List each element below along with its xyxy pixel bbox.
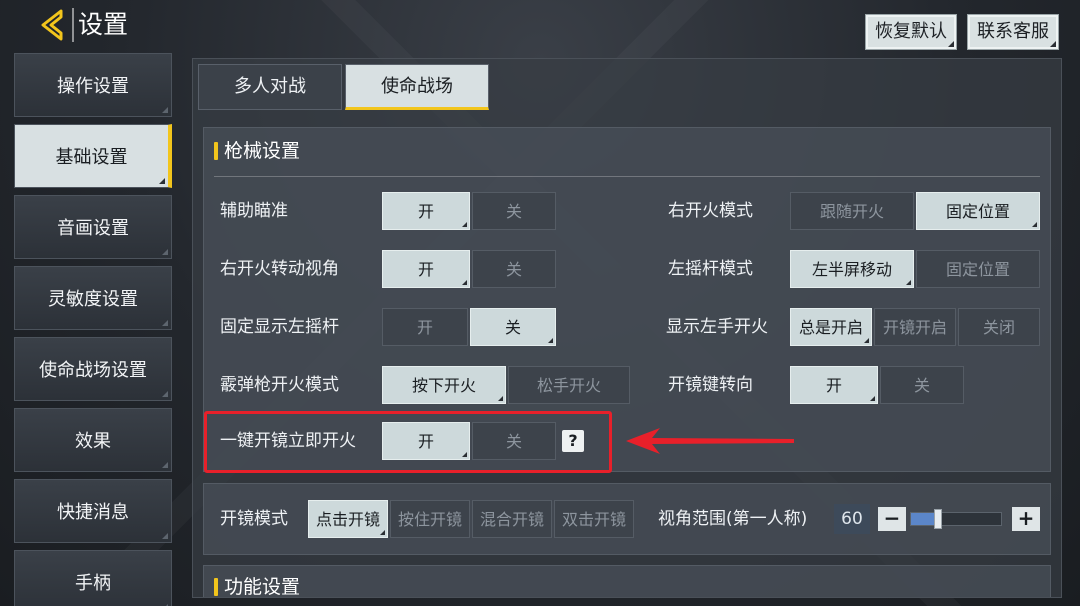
fov-increase-button[interactable]: + bbox=[1012, 507, 1040, 531]
scope-mode-double-tap-option[interactable]: 双击开镜 bbox=[554, 500, 634, 538]
scope-settings-section: 开镜模式 点击开镜 按住开镜 混合开镜 双击开镜 视角范围(第一人称) 60 −… bbox=[203, 483, 1051, 555]
section-divider bbox=[214, 176, 1040, 177]
show-left-fire-off-option[interactable]: 关闭 bbox=[958, 308, 1040, 346]
fixed-left-stick-label: 固定显示左摇杆 bbox=[220, 317, 339, 337]
page-title: 设置 bbox=[72, 8, 128, 42]
fov-value: 60 bbox=[834, 504, 870, 534]
aim-assist-on-option[interactable]: 开 bbox=[382, 192, 470, 230]
scope-turn-off-option[interactable]: 关 bbox=[880, 366, 964, 404]
fov-slider[interactable] bbox=[910, 509, 1002, 529]
shotgun-fire-mode-label: 霰弹枪开火模式 bbox=[220, 375, 339, 395]
sidebar-item-effects[interactable]: 效果 bbox=[14, 408, 172, 472]
show-left-fire-label: 显示左手开火 bbox=[666, 317, 768, 337]
section-title-gun: 枪械设置 bbox=[214, 136, 300, 166]
section-title-function: 功能设置 bbox=[214, 572, 300, 597]
contact-support-button[interactable]: 联系客服 bbox=[967, 14, 1059, 50]
settings-panel: 多人对战 使命战场 枪械设置 辅助瞄准 开 关 右开火转动视角 开 关 固定显示… bbox=[192, 58, 1062, 598]
show-left-fire-always-option[interactable]: 总是开启 bbox=[790, 308, 872, 346]
show-left-fire-scope-option[interactable]: 开镜开启 bbox=[874, 308, 956, 346]
fire-rotate-view-on-option[interactable]: 开 bbox=[382, 250, 470, 288]
highlight-box bbox=[204, 411, 612, 473]
restore-default-button[interactable]: 恢复默认 bbox=[865, 14, 957, 50]
sidebar-item-audio-video[interactable]: 音画设置 bbox=[14, 195, 172, 259]
sidebar-item-controller[interactable]: 手柄 bbox=[14, 550, 172, 606]
right-fire-mode-label: 右开火模式 bbox=[668, 201, 753, 221]
left-stick-mode-label: 左摇杆模式 bbox=[668, 259, 753, 279]
left-stick-half-screen-option[interactable]: 左半屏移动 bbox=[790, 250, 914, 288]
scope-turn-label: 开镜键转向 bbox=[668, 375, 753, 395]
aim-assist-off-option[interactable]: 关 bbox=[472, 192, 556, 230]
fov-label: 视角范围(第一人称) bbox=[658, 509, 808, 529]
sidebar-item-quick-messages[interactable]: 快捷消息 bbox=[14, 479, 172, 543]
fire-rotate-view-label: 右开火转动视角 bbox=[220, 259, 339, 279]
sidebar: 操作设置 基础设置 音画设置 灵敏度设置 使命战场设置 效果 快捷消息 手柄 bbox=[14, 53, 174, 606]
fov-slider-thumb[interactable] bbox=[934, 509, 942, 529]
scope-mode-label: 开镜模式 bbox=[220, 509, 288, 529]
sidebar-item-operation[interactable]: 操作设置 bbox=[14, 53, 172, 117]
shotgun-press-fire-option[interactable]: 按下开火 bbox=[382, 366, 506, 404]
shotgun-release-fire-option[interactable]: 松手开火 bbox=[508, 366, 630, 404]
right-fire-fixed-option[interactable]: 固定位置 bbox=[916, 192, 1040, 230]
fixed-left-stick-on-option[interactable]: 开 bbox=[382, 308, 468, 346]
scope-mode-tap-option[interactable]: 点击开镜 bbox=[308, 500, 388, 538]
left-stick-fixed-option[interactable]: 固定位置 bbox=[916, 250, 1040, 288]
sidebar-item-battle-royale[interactable]: 使命战场设置 bbox=[14, 337, 172, 401]
aim-assist-label: 辅助瞄准 bbox=[220, 201, 288, 221]
fixed-left-stick-off-option[interactable]: 关 bbox=[470, 308, 556, 346]
scope-mode-hold-option[interactable]: 按住开镜 bbox=[390, 500, 470, 538]
scope-mode-mixed-option[interactable]: 混合开镜 bbox=[472, 500, 552, 538]
function-settings-section: 功能设置 bbox=[203, 565, 1051, 597]
fov-decrease-button[interactable]: − bbox=[878, 507, 906, 531]
tab-battle-royale[interactable]: 使命战场 bbox=[345, 64, 489, 110]
sidebar-item-basic[interactable]: 基础设置 bbox=[14, 124, 172, 188]
back-button[interactable] bbox=[34, 6, 72, 44]
right-fire-follow-option[interactable]: 跟随开火 bbox=[790, 192, 914, 230]
sidebar-item-sensitivity[interactable]: 灵敏度设置 bbox=[14, 266, 172, 330]
back-arrow-icon bbox=[41, 9, 63, 41]
tab-multiplayer[interactable]: 多人对战 bbox=[198, 64, 342, 110]
fire-rotate-view-off-option[interactable]: 关 bbox=[472, 250, 556, 288]
annotation-arrow-icon bbox=[626, 428, 794, 454]
scope-turn-on-option[interactable]: 开 bbox=[790, 366, 878, 404]
